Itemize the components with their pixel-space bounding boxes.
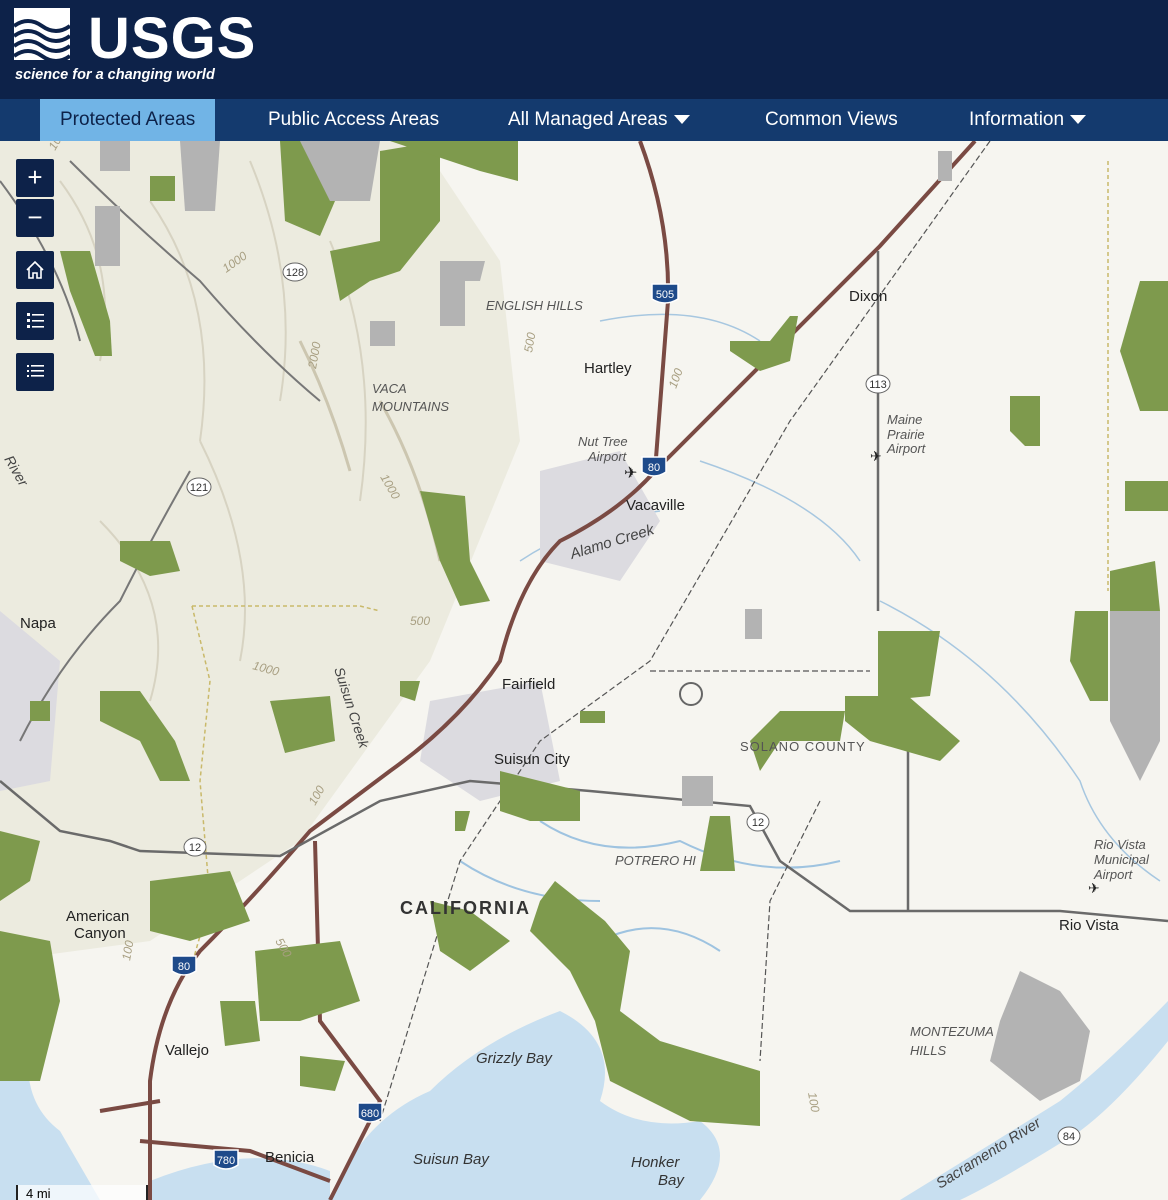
feature-label-vaca-mountains: VACA	[372, 381, 407, 396]
airport-label-nut-tree: Nut Tree	[578, 434, 628, 449]
feature-label-vaca-mountains: MOUNTAINS	[372, 399, 449, 414]
home-icon	[26, 260, 44, 279]
place-label-hartley: Hartley	[584, 360, 632, 377]
svg-text:780: 780	[217, 1155, 235, 1167]
feature-label-montezuma-hills: MONTEZUMA	[910, 1024, 994, 1039]
svg-text:121: 121	[190, 482, 208, 494]
place-label-vacaville: Vacaville	[626, 497, 685, 514]
airport-icon: ✈	[624, 465, 637, 482]
interstate-80-shield: 80	[641, 456, 667, 477]
usgs-wave-icon	[14, 8, 70, 63]
airport-label-maine-prairie: Maine	[887, 412, 922, 427]
plus-icon: +	[27, 162, 43, 192]
place-label-fairfield: Fairfield	[502, 676, 555, 693]
tab-information[interactable]: Information	[969, 99, 1087, 141]
basemap[interactable]: Dixon Hartley Vacaville Fairfield Suisun…	[0, 141, 1168, 1200]
feature-label-english-hills: ENGLISH HILLS	[486, 298, 583, 313]
usgs-logo[interactable]: USGS science for a changing world	[14, 6, 255, 86]
tab-label: All Managed Areas	[508, 109, 668, 130]
contour-label: 500	[410, 614, 430, 628]
tab-public-access-areas[interactable]: Public Access Areas	[268, 99, 439, 141]
feature-label-montezuma-hills: HILLS	[910, 1043, 946, 1058]
chevron-down-icon	[1070, 115, 1087, 125]
scale-label: 4 mi	[26, 1186, 51, 1200]
state-route-12-shield: 12	[746, 812, 770, 832]
airport-icon: ✈	[1088, 880, 1100, 896]
layer-list-button[interactable]	[16, 353, 54, 391]
svg-text:80: 80	[178, 961, 190, 973]
state-route-12-shield: 12	[183, 837, 207, 857]
place-label-benicia: Benicia	[265, 1149, 315, 1166]
county-label-solano: SOLANO COUNTY	[740, 739, 866, 754]
place-label-american-canyon: American	[66, 908, 129, 925]
svg-text:12: 12	[752, 817, 764, 829]
airport-label-maine-prairie: Airport	[886, 441, 927, 456]
tab-label: Common Views	[765, 109, 898, 130]
airport-label-rio-vista: Municipal	[1094, 852, 1150, 867]
airport-label-nut-tree: Airport	[587, 449, 628, 464]
map-view[interactable]: Dixon Hartley Vacaville Fairfield Suisun…	[0, 141, 1168, 1200]
logo-tagline: science for a changing world	[15, 67, 215, 83]
svg-text:505: 505	[656, 289, 674, 301]
place-label-dixon: Dixon	[849, 288, 887, 305]
place-label-vallejo: Vallejo	[165, 1042, 209, 1059]
scale-bar: 4 mi	[16, 1185, 148, 1200]
place-label-napa: Napa	[20, 615, 57, 632]
legend-button[interactable]	[16, 302, 54, 340]
tab-label: Public Access Areas	[268, 109, 440, 130]
state-route-128-shield: 128	[282, 262, 308, 282]
zoom-out-button[interactable]: −	[16, 199, 54, 237]
svg-text:680: 680	[361, 1108, 379, 1120]
svg-text:84: 84	[1063, 1131, 1075, 1143]
chevron-down-icon	[673, 115, 690, 125]
state-route-113-shield: 113	[865, 374, 891, 394]
state-route-121-shield: 121	[186, 477, 212, 497]
water-label-honker-bay: Honker	[631, 1154, 680, 1171]
minus-icon: −	[27, 202, 43, 232]
tab-protected-areas[interactable]: Protected Areas	[40, 99, 216, 141]
water-label-suisun-bay: Suisun Bay	[413, 1151, 490, 1168]
header-bar: USGS science for a changing world	[0, 0, 1168, 99]
state-label-california: CALIFORNIA	[400, 898, 531, 918]
svg-text:128: 128	[286, 267, 304, 279]
tab-label: Information	[969, 109, 1065, 130]
zoom-in-button[interactable]: +	[16, 159, 54, 197]
svg-text:80: 80	[648, 462, 660, 474]
legend-icon	[27, 313, 44, 328]
state-route-84-shield: 84	[1057, 1126, 1081, 1146]
airport-icon: ✈	[870, 448, 882, 464]
airport-label-maine-prairie: Prairie	[887, 427, 925, 442]
water-label-honker-bay: Bay	[658, 1172, 685, 1189]
logo-text: USGS	[88, 6, 257, 71]
airport-label-rio-vista: Rio Vista	[1094, 837, 1146, 852]
home-button[interactable]	[16, 251, 54, 289]
water-label-grizzly-bay: Grizzly Bay	[476, 1050, 553, 1067]
interstate-680-shield: 680	[357, 1102, 383, 1123]
place-label-rio-vista: Rio Vista	[1059, 917, 1119, 934]
svg-text:113: 113	[869, 379, 887, 391]
tab-label: Protected Areas	[60, 109, 196, 130]
tab-all-managed-areas[interactable]: All Managed Areas	[508, 99, 690, 141]
place-label-suisun-city: Suisun City	[494, 751, 570, 768]
layer-list-icon	[27, 365, 44, 377]
place-label-american-canyon: Canyon	[74, 925, 126, 942]
tab-common-views[interactable]: Common Views	[765, 99, 898, 141]
interstate-80-shield: 80	[171, 955, 197, 976]
svg-text:12: 12	[189, 842, 201, 854]
main-nav: Protected Areas Public Access Areas All …	[0, 99, 1168, 141]
feature-label-potrero-hills: POTRERO HI	[615, 853, 696, 868]
interstate-505-shield: 505	[651, 283, 679, 304]
interstate-780-shield: 780	[213, 1149, 239, 1170]
